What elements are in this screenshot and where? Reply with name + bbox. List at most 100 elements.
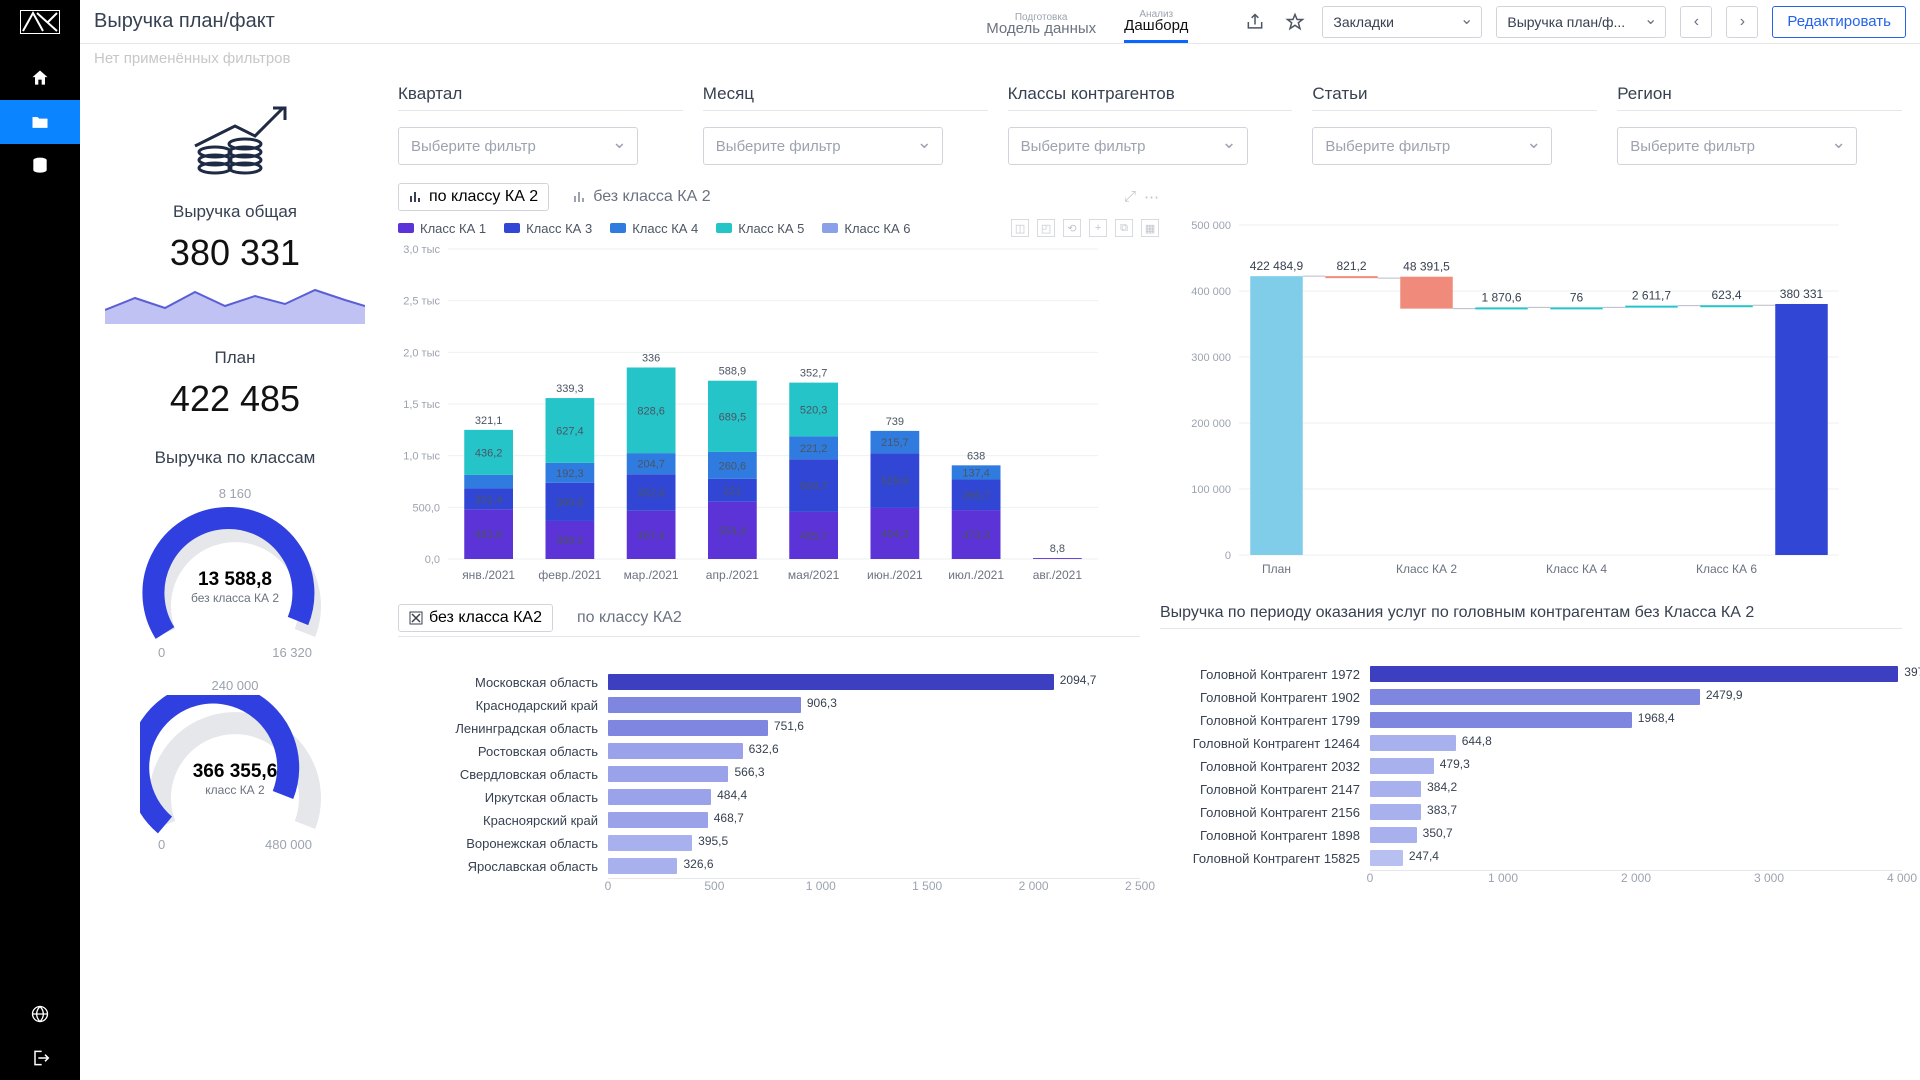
filter-select-4[interactable]: Выберите фильтр	[1617, 127, 1857, 165]
app-logo	[16, 8, 64, 36]
svg-text:авг./2021: авг./2021	[1033, 568, 1083, 582]
chart-tool[interactable]: ▦	[1141, 219, 1159, 237]
nav-logout[interactable]	[0, 1036, 80, 1080]
hbar-row: Головной Контрагент 2032479,3	[1160, 755, 1902, 777]
page-title: Выручка план/факт	[94, 10, 275, 33]
hbar-row: Головной Контрагент 2156383,7	[1160, 801, 1902, 823]
svg-text:627,4: 627,4	[556, 425, 584, 437]
svg-text:февр./2021: февр./2021	[538, 568, 601, 582]
svg-text:Класс КА 6: Класс КА 6	[1696, 562, 1757, 576]
svg-text:689,5: 689,5	[719, 411, 747, 423]
nav-next[interactable]: ›	[1726, 6, 1758, 38]
edit-button[interactable]: Редактировать	[1772, 6, 1906, 38]
svg-text:369,6: 369,6	[556, 497, 584, 509]
legend-item[interactable]: Класс КА 3	[504, 221, 592, 236]
report-select[interactable]: Выручка план/ф...	[1496, 6, 1666, 38]
nav-prev[interactable]: ‹	[1680, 6, 1712, 38]
svg-text:473,3: 473,3	[962, 530, 990, 542]
regions-tab-by-class[interactable]: по классу КА2	[567, 605, 692, 631]
svg-text:494,2: 494,2	[881, 528, 909, 540]
svg-text:48 391,5: 48 391,5	[1403, 260, 1450, 274]
svg-text:509,7: 509,7	[800, 481, 828, 493]
legend-item[interactable]: Класс КА 5	[716, 221, 804, 236]
filter-label-3: Статьи	[1312, 84, 1597, 104]
star-icon[interactable]	[1282, 9, 1308, 35]
svg-text:481,6: 481,6	[475, 529, 503, 541]
legend-item[interactable]: Класс КА 6	[822, 221, 910, 236]
svg-text:500 000: 500 000	[1191, 220, 1231, 232]
chart-tool[interactable]: ⧉	[1115, 219, 1133, 237]
filter-select-2[interactable]: Выберите фильтр	[1008, 127, 1248, 165]
contractors-panel: Выручка по периоду оказания услуг по гол…	[1160, 604, 1902, 1070]
svg-text:июн./2021: июн./2021	[867, 568, 923, 582]
filter-select-1[interactable]: Выберите фильтр	[703, 127, 943, 165]
svg-text:623,4: 623,4	[1712, 288, 1742, 302]
stacked-chart-panel: по классу КА 2 без класса КА 2 ⤢ ⋯ Класс …	[398, 183, 1159, 588]
nav-database[interactable]	[0, 144, 80, 188]
chart-tool[interactable]: ⟲	[1063, 219, 1081, 237]
legend-item[interactable]: Класс КА 4	[610, 221, 698, 236]
legend-item[interactable]: Класс КА 1	[398, 221, 486, 236]
svg-text:1,5 тыс: 1,5 тыс	[403, 399, 440, 411]
waterfall-panel: 0100 000200 000300 000400 000500 000422 …	[1179, 183, 1902, 588]
svg-text:221: 221	[723, 485, 741, 497]
hbar-row: Головной Контрагент 19723972	[1160, 663, 1902, 685]
svg-text:100 000: 100 000	[1191, 484, 1231, 496]
svg-text:739: 739	[886, 416, 904, 428]
hbar-row: Головной Контрагент 19022479,9	[1160, 686, 1902, 708]
svg-text:3,0 тыс: 3,0 тыс	[403, 244, 440, 256]
svg-text:368,2: 368,2	[556, 535, 584, 547]
svg-text:76: 76	[1570, 290, 1584, 304]
nav-home[interactable]	[0, 56, 80, 100]
svg-text:436,2: 436,2	[475, 447, 503, 459]
nav-globe[interactable]	[0, 992, 80, 1036]
svg-text:380 331: 380 331	[1780, 287, 1824, 301]
svg-text:400 000: 400 000	[1191, 286, 1231, 298]
stacked-tab-no-class[interactable]: без класса КА 2	[563, 184, 720, 210]
kpi-sidebar: Выручка общая 380 331 План 422 485 Выруч…	[80, 80, 390, 1080]
hbar-row: Ленинградская область751,6	[398, 717, 1140, 739]
gauge-1: 8 160 13 588,8без класса КА 2 016 320	[140, 486, 330, 660]
svg-text:554,4: 554,4	[719, 525, 747, 537]
nav-folder[interactable]	[0, 100, 80, 144]
hbar-row: Красноярский край468,7	[398, 809, 1140, 831]
hbar-row: Краснодарский край906,3	[398, 694, 1140, 716]
svg-text:План: План	[1262, 562, 1291, 576]
stacked-tab-by-class[interactable]: по классу КА 2	[398, 183, 549, 211]
svg-text:2,0 тыс: 2,0 тыс	[403, 347, 440, 359]
filter-select-3[interactable]: Выберите фильтр	[1312, 127, 1552, 165]
hbar-row: Московская область2094,7	[398, 671, 1140, 693]
more-icon[interactable]: ⋯	[1144, 188, 1159, 206]
svg-text:Класс КА 4: Класс КА 4	[1546, 562, 1607, 576]
svg-text:422 484,9: 422 484,9	[1250, 259, 1304, 273]
share-icon[interactable]	[1242, 9, 1268, 35]
hbar-row: Иркутская область484,4	[398, 786, 1140, 808]
tab-dashboard[interactable]: АнализДашборд	[1124, 17, 1188, 43]
chart-tool[interactable]: ◰	[1037, 219, 1055, 237]
expand-icon[interactable]: ⤢	[1124, 188, 1136, 206]
filter-label-1: Месяц	[703, 84, 988, 104]
svg-text:588,9: 588,9	[719, 366, 747, 378]
hbar-row: Ростовская область632,6	[398, 740, 1140, 762]
gauge-2: 240 000 366 355,6класс КА 2 0480 000	[140, 678, 330, 852]
kpi-plan-label: План	[215, 348, 256, 368]
svg-text:300 000: 300 000	[1191, 352, 1231, 364]
svg-text:352,7: 352,7	[800, 368, 828, 380]
regions-tab-no-class[interactable]: без класса КА2	[398, 604, 553, 632]
svg-text:204,7: 204,7	[637, 459, 665, 471]
bookmarks-select[interactable]: Закладки	[1322, 6, 1482, 38]
tab-data-model[interactable]: ПодготовкаМодель данных	[986, 20, 1096, 43]
svg-text:520,3: 520,3	[800, 405, 828, 417]
hbar-row: Головной Контрагент 15825247,4	[1160, 847, 1902, 869]
chart-tool[interactable]: +	[1089, 219, 1107, 237]
filter-label-0: Квартал	[398, 84, 683, 104]
chart-tool[interactable]: ◫	[1011, 219, 1029, 237]
svg-text:295,7: 295,7	[962, 490, 990, 502]
svg-text:821,2: 821,2	[1337, 259, 1367, 273]
hbar-row: Головной Контрагент 12464644,8	[1160, 732, 1902, 754]
svg-text:201,4: 201,4	[475, 494, 503, 506]
hbar-row: Головной Контрагент 17991968,4	[1160, 709, 1902, 731]
gauges-title: Выручка по классам	[155, 448, 316, 468]
filter-select-0[interactable]: Выберите фильтр	[398, 127, 638, 165]
hbar-row: Свердловская область566,3	[398, 763, 1140, 785]
